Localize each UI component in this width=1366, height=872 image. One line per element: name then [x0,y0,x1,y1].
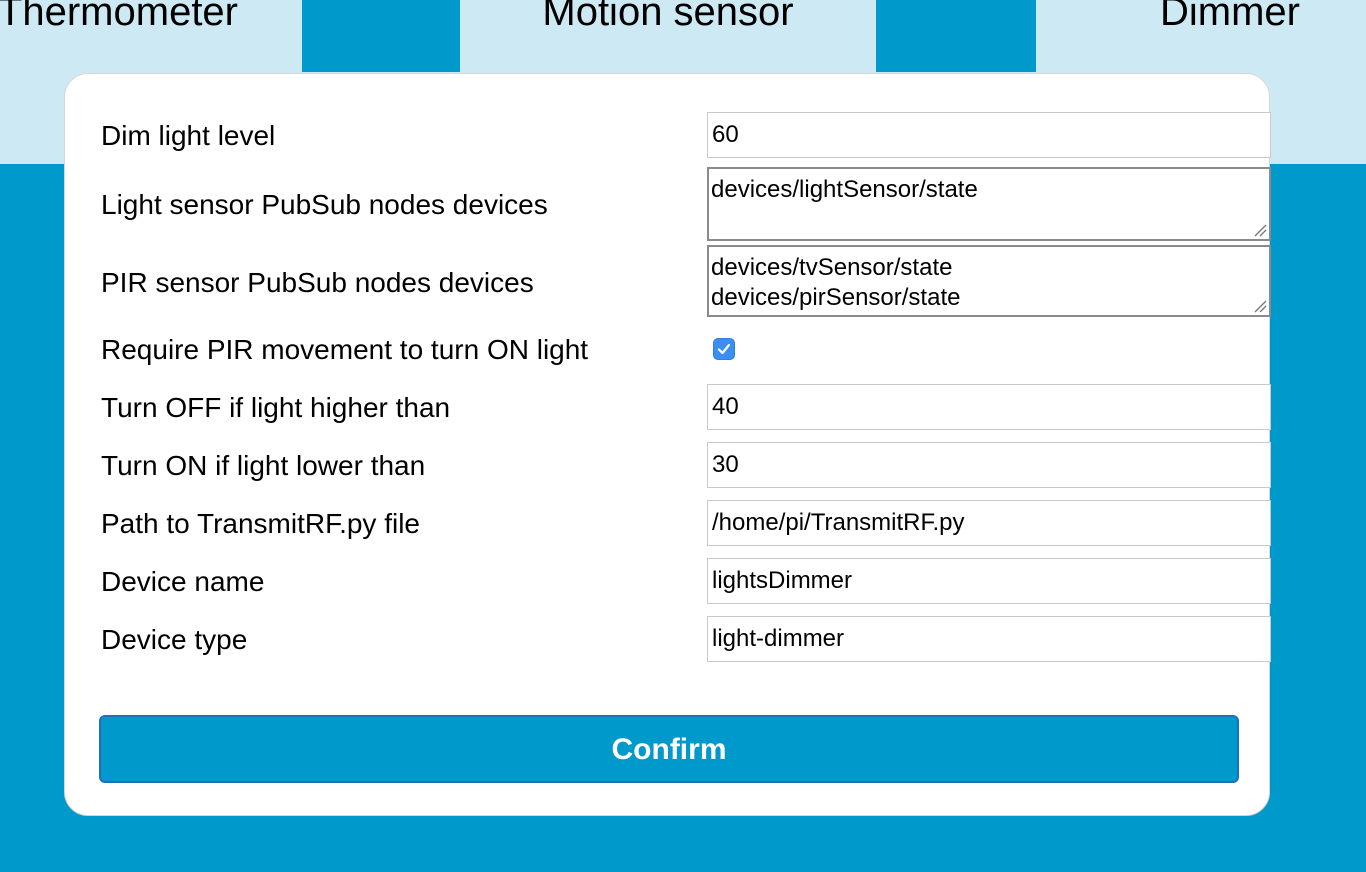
tab-thermometer[interactable]: Thermometer [0,0,302,72]
tab-motion-sensor[interactable]: Motion sensor [460,0,876,72]
resize-grip-icon[interactable] [1253,223,1267,237]
light-sensor-nodes-textarea[interactable]: devices/lightSensor/state [707,167,1271,241]
device-name-input[interactable] [707,558,1271,604]
device-name-label: Device name [101,566,265,597]
turn-off-threshold-label: Turn OFF if light higher than [101,392,451,423]
checkmark-icon [717,343,731,355]
device-type-input[interactable] [707,616,1271,662]
device-type-label: Device type [101,624,248,655]
dim-light-level-label: Dim light level [101,120,276,151]
tab-motion-sensor-label: Motion sensor [542,0,794,34]
pir-sensor-nodes-label: PIR sensor PubSub nodes devices [101,267,534,298]
transmit-path-label: Path to TransmitRF.py file [101,508,421,539]
resize-grip-icon[interactable] [1253,299,1267,313]
turn-on-threshold-input[interactable] [707,442,1271,488]
light-sensor-nodes-label: Light sensor PubSub nodes devices [101,189,548,220]
require-pir-checkbox[interactable] [713,338,735,360]
turn-off-threshold-input[interactable] [707,384,1271,430]
tab-thermometer-label: Thermometer [0,0,238,34]
require-pir-label: Require PIR movement to turn ON light [101,334,589,365]
dimmer-settings-panel: Dim light level Light sensor PubSub node… [64,73,1271,816]
tab-dimmer-label: Dimmer [1160,0,1300,34]
pir-sensor-nodes-textarea[interactable]: devices/tvSensor/state devices/pirSensor… [707,245,1271,317]
confirm-button[interactable]: Confirm [99,715,1239,783]
turn-on-threshold-label: Turn ON if light lower than [101,450,426,481]
tab-dimmer[interactable]: Dimmer [1036,0,1366,72]
tab-bar: Thermometer Motion sensor Dimmer [0,0,1366,72]
transmit-path-input[interactable] [707,500,1271,546]
dim-light-level-input[interactable] [707,112,1271,158]
